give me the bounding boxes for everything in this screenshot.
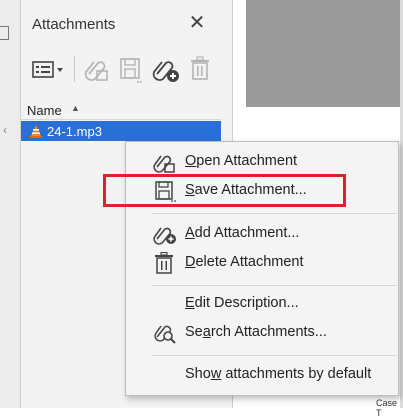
menu-item-show-attachments-by-default[interactable]: Show attachments by default <box>126 361 398 389</box>
vlc-cone-icon <box>30 125 42 138</box>
delete-attachment-button[interactable] <box>187 54 215 84</box>
sort-ascending-icon: ▲ <box>71 103 80 113</box>
options-menu-button[interactable] <box>30 54 68 84</box>
document-text-fragment: Case T <box>376 398 398 418</box>
menu-item-label: Edit Description... <box>185 295 299 311</box>
menu-item-add-attachment[interactable]: Add Attachment... <box>126 220 398 248</box>
open-attachment-button[interactable] <box>83 54 111 84</box>
menu-item-label: Add Attachment... <box>185 225 300 241</box>
menu-separator <box>152 355 397 356</box>
menu-item-edit-description[interactable]: Edit Description... <box>126 290 398 318</box>
save-attachment-icon <box>120 58 142 83</box>
menu-item-label: Delete Attachment <box>185 254 304 270</box>
close-panel-button[interactable]: ✕ <box>186 10 208 36</box>
file-name: 24-1.mp3 <box>47 124 102 139</box>
left-nav-strip: ‹ <box>0 0 21 408</box>
search-attachments-icon <box>154 325 176 344</box>
add-attachment-icon <box>152 61 179 82</box>
menu-item-label: Search Attachments... <box>185 324 327 340</box>
document-canvas-background <box>246 0 403 107</box>
highlight-annotation-box <box>103 174 346 207</box>
delete-attachment-icon <box>191 56 209 80</box>
options-menu-icon <box>32 61 63 78</box>
menu-item-label: Open Attachment <box>185 153 298 169</box>
menu-item-search-attachments[interactable]: Search Attachments... <box>126 319 398 347</box>
toolbar-separator <box>74 56 75 82</box>
open-attachment-icon <box>153 155 175 173</box>
save-attachment-button[interactable] <box>117 54 145 84</box>
panel-title: Attachments <box>32 16 116 33</box>
delete-attachment-icon <box>155 252 173 274</box>
nav-tool-icon[interactable] <box>0 26 9 40</box>
add-attachment-button[interactable] <box>151 54 181 84</box>
list-header[interactable]: Name ▲ <box>21 101 221 120</box>
menu-item-delete-attachment[interactable]: Delete Attachment <box>126 249 398 277</box>
open-attachment-icon <box>84 61 108 81</box>
menu-item-label: Show attachments by default <box>185 366 372 382</box>
collapse-chevron-icon[interactable]: ‹ <box>3 123 7 137</box>
menu-separator <box>152 213 397 214</box>
menu-item-open-attachment[interactable]: Open Attachment <box>126 148 398 176</box>
menu-separator <box>152 285 397 286</box>
add-attachment-icon <box>153 227 176 245</box>
list-item[interactable]: 24-1.mp3 <box>21 121 221 141</box>
column-header-name[interactable]: Name <box>27 103 62 118</box>
